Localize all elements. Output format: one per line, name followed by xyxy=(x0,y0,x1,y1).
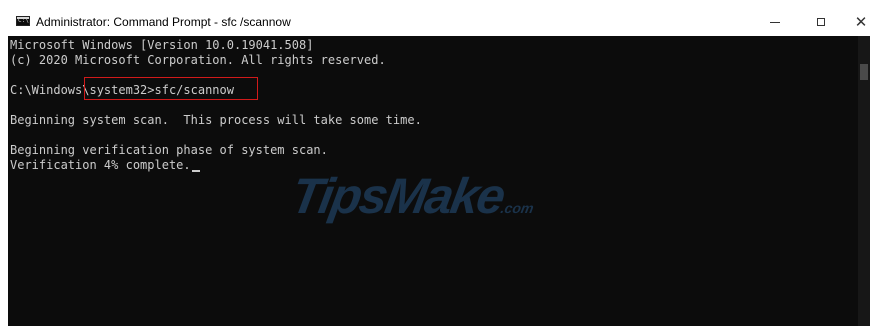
text-cursor xyxy=(191,170,200,172)
watermark-logo: TipsMake.com xyxy=(287,168,535,224)
scrollbar-thumb[interactable] xyxy=(860,64,868,80)
close-icon: ✕ xyxy=(854,12,868,31)
console-line: Microsoft Windows [Version 10.0.19041.50… xyxy=(10,38,314,52)
console-line: Beginning system scan. This process will… xyxy=(10,113,422,127)
command-prompt-icon: C:\ xyxy=(16,16,30,26)
vertical-scrollbar[interactable] xyxy=(858,36,870,326)
minimize-icon xyxy=(770,21,780,23)
command-highlight-box xyxy=(84,77,258,100)
console-line-progress: Verification 4% complete. xyxy=(10,157,200,173)
console-line: Beginning verification phase of system s… xyxy=(10,143,328,157)
command-prompt-window: C:\ Administrator: Command Prompt - sfc … xyxy=(8,8,870,326)
title-bar[interactable]: C:\ Administrator: Command Prompt - sfc … xyxy=(8,8,870,36)
maximize-button[interactable] xyxy=(798,8,844,36)
verification-progress-text: Verification 4% complete. xyxy=(10,158,191,172)
window-title: Administrator: Command Prompt - sfc /sca… xyxy=(36,15,291,29)
minimize-button[interactable] xyxy=(752,8,798,36)
close-button[interactable]: ✕ xyxy=(844,8,870,36)
console-output[interactable]: Microsoft Windows [Version 10.0.19041.50… xyxy=(8,36,858,326)
console-line: (c) 2020 Microsoft Corporation. All righ… xyxy=(10,53,386,67)
maximize-icon xyxy=(817,18,825,26)
